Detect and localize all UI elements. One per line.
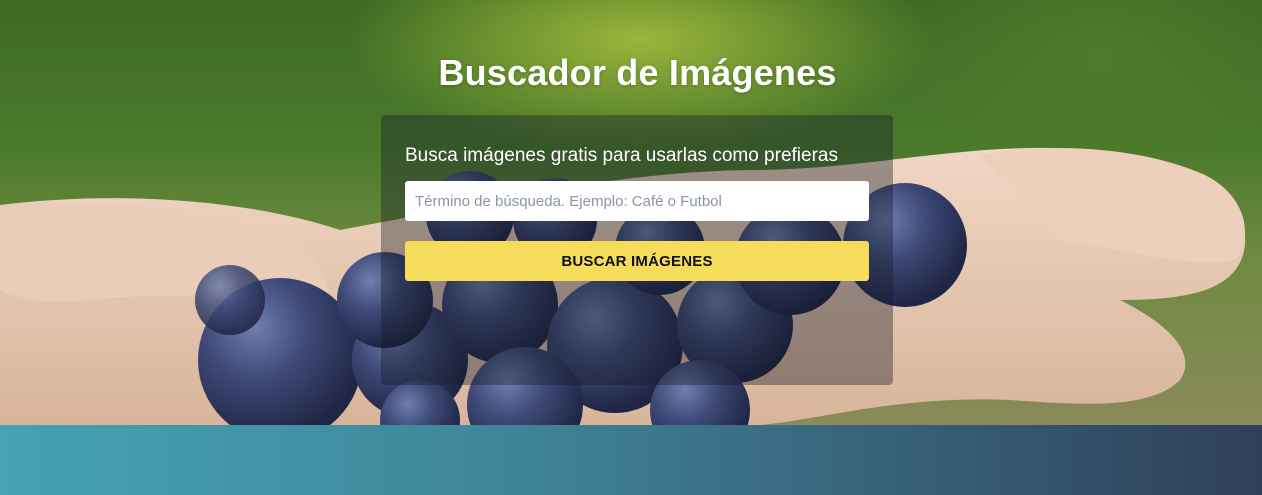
hero-background: Buscador de Imágenes Busca imágenes grat…: [0, 0, 1262, 425]
page-title: Buscador de Imágenes: [438, 52, 837, 93]
search-input[interactable]: [405, 181, 869, 221]
results-section-band: [0, 425, 1262, 495]
search-button[interactable]: BUSCAR IMÁGENES: [405, 241, 869, 281]
search-panel: Busca imágenes gratis para usarlas como …: [381, 115, 893, 385]
search-subtitle: Busca imágenes gratis para usarlas como …: [405, 145, 838, 166]
